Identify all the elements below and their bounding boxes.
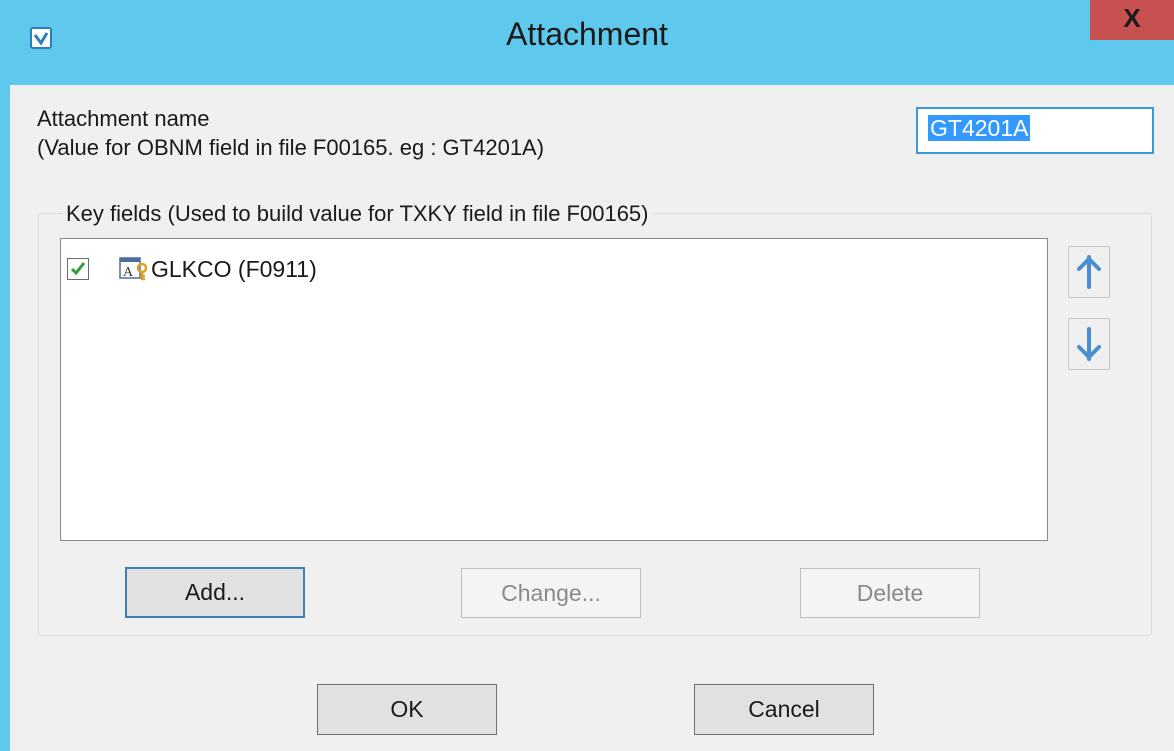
checkmark-icon	[70, 262, 86, 276]
svg-text:A: A	[123, 265, 134, 280]
cancel-button[interactable]: Cancel	[694, 684, 874, 735]
move-down-button[interactable]	[1068, 318, 1110, 370]
list-item[interactable]: A GLKCO (F0911)	[67, 253, 317, 285]
arrow-down-icon	[1077, 327, 1101, 361]
arrow-up-icon	[1077, 255, 1101, 289]
window-title: Attachment	[506, 16, 668, 52]
ok-button[interactable]: OK	[317, 684, 497, 735]
move-up-button[interactable]	[1068, 246, 1110, 298]
close-button[interactable]: X	[1090, 0, 1174, 40]
change-button[interactable]: Change...	[461, 568, 641, 618]
title-bar[interactable]: Attachment X	[0, 0, 1174, 85]
window-left-border	[0, 0, 10, 751]
list-item-label: GLKCO (F0911)	[151, 255, 317, 282]
attachment-name-value: GT4201A	[928, 115, 1031, 141]
attachment-name-hint: (Value for OBNM field in file F00165. eg…	[37, 135, 545, 160]
key-field-checkbox[interactable]	[67, 258, 89, 280]
key-fields-legend: Key fields (Used to build value for TXKY…	[62, 201, 653, 227]
add-button[interactable]: Add...	[125, 567, 305, 618]
attachment-dialog: Attachment X Attachment name (Value for …	[0, 0, 1174, 751]
attachment-name-input[interactable]: GT4201A	[916, 107, 1154, 154]
attachment-name-title: Attachment name	[37, 106, 210, 131]
delete-button[interactable]: Delete	[800, 568, 980, 618]
key-fields-list[interactable]: A GLKCO (F0911)	[60, 238, 1048, 541]
attachment-name-label: Attachment name (Value for OBNM field in…	[37, 104, 544, 162]
key-field-icon: A	[119, 257, 148, 281]
